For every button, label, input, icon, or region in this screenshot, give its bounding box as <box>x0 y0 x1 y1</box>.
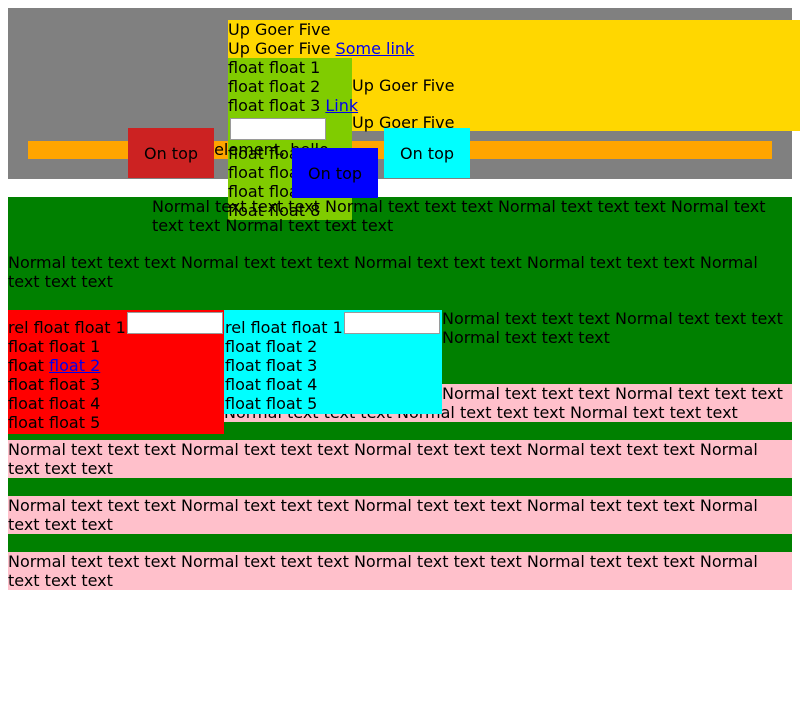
on-top-cyan-box: On top <box>384 128 470 178</box>
normal-text-row-e: Normal text text text Normal text text t… <box>8 440 758 478</box>
dark-green-strip-1 <box>8 478 792 496</box>
cyan-float-line-4: float float 4 <box>225 375 318 394</box>
on-top-red-label: On top <box>143 143 199 163</box>
red-float-line-5: float float 4 <box>8 394 101 413</box>
goer-line-1: Up Goer Five <box>228 20 331 39</box>
red-float-line-6: float float 5 <box>8 413 101 432</box>
red-float-line-1: rel float float 1 <box>8 318 126 337</box>
red-float-link[interactable]: float 2 <box>49 356 100 375</box>
cyan-float-input[interactable] <box>344 312 440 334</box>
goer-right-1: Up Goer Five <box>352 76 455 95</box>
page: Up Goer Five Up Goer Five Some link floa… <box>0 0 800 725</box>
on-top-cyan-label: On top <box>399 143 455 163</box>
red-float-line-3: float float 2 <box>8 356 100 375</box>
cyan-float-line-2: float float 2 <box>225 337 318 356</box>
red-float-input[interactable] <box>127 312 223 334</box>
cyan-float-line-3: float float 3 <box>225 356 318 375</box>
float-line-1: float float 1 <box>228 58 321 77</box>
on-top-red-box: On top <box>128 128 214 178</box>
float-line-3-text: float float 3 <box>228 96 321 115</box>
red-float-line-4: float float 3 <box>8 375 101 394</box>
cyan-float-line-5: float float 5 <box>225 394 318 413</box>
on-top-blue-label: On top <box>307 163 363 183</box>
normal-text-row-a: Normal text text text Normal text text t… <box>152 197 766 235</box>
cyan-float-line-1: rel float float 1 <box>225 318 343 337</box>
dark-green-strip-2 <box>8 534 792 552</box>
red-float-line-2: float float 1 <box>8 337 101 356</box>
normal-text-row-c: Normal text text text Normal text text t… <box>442 309 783 347</box>
normal-text-row-f: Normal text text text Normal text text t… <box>8 496 758 534</box>
float-line-3: float float 3 Link <box>228 96 358 115</box>
red-float-line-3-prefix: float <box>8 356 44 375</box>
goer-line-2-text: Up Goer Five <box>228 39 331 58</box>
some-link[interactable]: Some link <box>336 39 415 58</box>
normal-text-row-g: Normal text text text Normal text text t… <box>8 552 758 590</box>
float-line-2: float float 2 <box>228 77 321 96</box>
top-text-input[interactable] <box>230 118 326 140</box>
normal-text-row-b: Normal text text text Normal text text t… <box>8 253 758 291</box>
goer-line-2: Up Goer Five Some link <box>228 39 414 58</box>
on-top-blue-box: On top <box>292 148 378 198</box>
